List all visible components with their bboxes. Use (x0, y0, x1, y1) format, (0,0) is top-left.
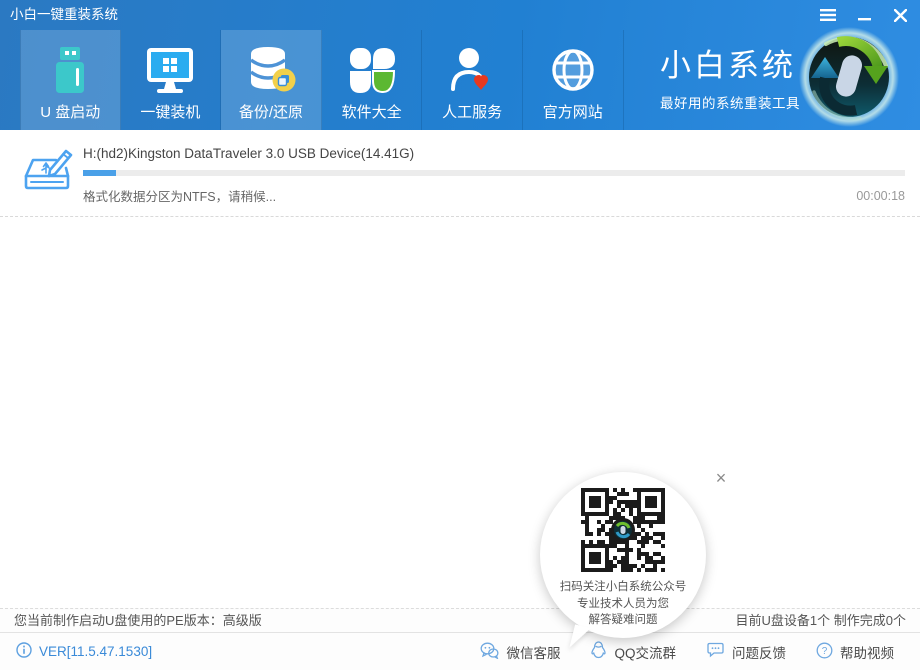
pe-version-status: 您当前制作启动U盘使用的PE版本：高级版 (14, 609, 262, 632)
tab-usb-boot[interactable]: U 盘启动 (20, 30, 121, 130)
titlebar: 小白一键重装系统 (0, 0, 920, 30)
backup-restore-icon (245, 44, 297, 96)
close-icon[interactable] (890, 5, 910, 25)
content-area (0, 218, 920, 608)
tab-software[interactable]: 软件大全 (322, 30, 423, 130)
footer: VER[11.5.47.1530] 微信客服 (0, 632, 920, 670)
tab-label: 一键装机 (140, 101, 200, 122)
brand-name: 小白系统 (660, 40, 810, 85)
tab-one-key-install[interactable]: 一键装机 (121, 30, 222, 130)
app-window: 小白一键重装系统 (0, 0, 920, 670)
format-drive-icon (16, 142, 74, 207)
brand-block: 小白系统 最好用的系统重装工具 (660, 40, 810, 112)
tab-official-site[interactable]: 官方网站 (523, 30, 624, 130)
link-label: 帮助视频 (840, 642, 894, 662)
svg-text:?: ? (822, 646, 828, 657)
progress-status: 格式化数据分区为NTFS，请稍候... (83, 186, 276, 205)
info-icon (16, 642, 32, 661)
usb-drive-icon (44, 44, 96, 96)
wechat-icon (480, 642, 499, 662)
qr-code (581, 488, 665, 572)
usb-task-panel: H:(hd2)Kingston DataTraveler 3.0 USB Dev… (0, 130, 920, 217)
help-video-icon: ? (816, 642, 833, 662)
qr-close-icon[interactable]: × (712, 470, 730, 488)
statusbar: 您当前制作启动U盘使用的PE版本：高级版 目前U盘设备1个 制作完成0个 (0, 608, 920, 632)
brand-tagline: 最好用的系统重装工具 (660, 92, 810, 112)
link-label: 问题反馈 (732, 642, 786, 662)
qr-center-logo-icon (611, 518, 635, 542)
help-video-link[interactable]: ? 帮助视频 (816, 641, 894, 662)
tab-label: 人工服务 (442, 101, 502, 122)
tab-backup-restore[interactable]: 备份/还原 (221, 30, 322, 130)
progress-fill (83, 170, 116, 176)
monitor-install-icon (144, 44, 196, 96)
software-collection-icon (346, 44, 398, 96)
tab-label: U 盘启动 (40, 101, 100, 122)
qr-caption: 扫码关注小白系统公众号 专业技术人员为您 解答疑难问题 (560, 579, 687, 629)
minimize-icon[interactable] (854, 5, 874, 25)
official-site-icon (547, 44, 599, 96)
tab-human-service[interactable]: 人工服务 (422, 30, 523, 130)
menu-icon[interactable] (818, 5, 838, 25)
qr-popup: 扫码关注小白系统公众号 专业技术人员为您 解答疑难问题 × (538, 466, 728, 652)
tab-label: 官方网站 (543, 101, 603, 122)
recycle-arrows-logo-icon (798, 26, 900, 128)
usb-device-status: 目前U盘设备1个 制作完成0个 (736, 609, 906, 632)
nav-tabs: U 盘启动 一键装机 (20, 30, 624, 130)
progress-bar (83, 170, 905, 176)
header: 小白一键重装系统 (0, 0, 920, 130)
tab-label: 备份/还原 (239, 101, 303, 122)
version-info[interactable]: VER[11.5.47.1530] (16, 642, 152, 661)
version-label: VER[11.5.47.1530] (39, 644, 152, 659)
tab-label: 软件大全 (342, 101, 402, 122)
elapsed-time: 00:00:18 (856, 189, 905, 203)
human-service-icon (446, 44, 498, 96)
device-title: H:(hd2)Kingston DataTraveler 3.0 USB Dev… (83, 146, 905, 161)
app-title: 小白一键重装系统 (10, 0, 118, 30)
qr-bubble: 扫码关注小白系统公众号 专业技术人员为您 解答疑难问题 (540, 472, 706, 638)
